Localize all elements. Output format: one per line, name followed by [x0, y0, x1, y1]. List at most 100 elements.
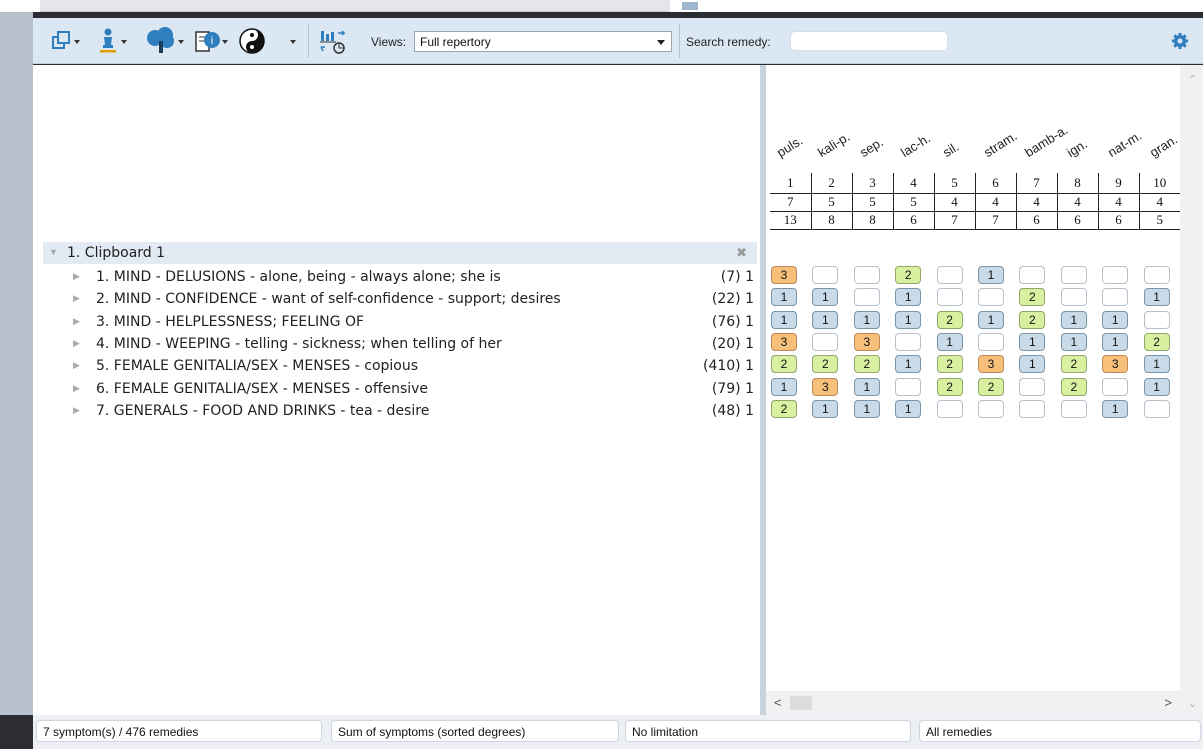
horizontal-scrollbar[interactable]: < > — [766, 691, 1180, 715]
book-info-dropdown-icon[interactable] — [222, 40, 228, 44]
grade-cell[interactable]: 1 — [853, 399, 880, 418]
grade-cell[interactable]: 2 — [853, 355, 880, 374]
grade-cell[interactable]: 1 — [771, 377, 797, 396]
grade-cell[interactable] — [1143, 310, 1170, 329]
remedy-name[interactable]: gran. — [1147, 132, 1180, 160]
expand-triangle-icon[interactable]: ▶ — [73, 272, 80, 282]
grade-cell[interactable]: 1 — [1019, 332, 1046, 351]
grade-cell[interactable]: 2 — [812, 355, 839, 374]
grade-cell[interactable] — [1060, 266, 1087, 284]
grade-cell[interactable] — [1102, 288, 1129, 307]
collapse-triangle-icon[interactable]: ▼ — [49, 247, 58, 257]
grade-cell[interactable]: 2 — [936, 377, 963, 396]
gear-icon[interactable] — [1171, 32, 1189, 50]
remedy-name[interactable]: sil. — [940, 139, 961, 160]
window-layout-icon[interactable] — [51, 27, 73, 55]
grade-cell[interactable]: 2 — [936, 310, 963, 329]
grade-cell[interactable]: 1 — [1143, 377, 1170, 396]
grade-cell[interactable]: 2 — [1019, 310, 1046, 329]
symptom-row[interactable]: ▶ 7. GENERALS - FOOD AND DRINKS - tea - d… — [43, 401, 760, 423]
expand-triangle-icon[interactable]: ▶ — [73, 294, 80, 304]
remedy-figure-icon[interactable] — [97, 27, 119, 55]
tree-dropdown-icon[interactable] — [178, 40, 184, 44]
remedy-name[interactable]: nat-m. — [1105, 128, 1144, 160]
grade-cell[interactable]: 1 — [895, 288, 922, 307]
grade-cell[interactable]: 3 — [771, 332, 797, 351]
chevron-left-icon[interactable]: < — [774, 695, 782, 710]
grade-cell[interactable]: 2 — [895, 266, 922, 284]
grade-cell[interactable]: 1 — [1143, 288, 1170, 307]
grade-cell[interactable]: 3 — [978, 355, 1004, 374]
grade-cell[interactable] — [1102, 266, 1129, 284]
grade-cell[interactable] — [1060, 399, 1087, 418]
grade-cell[interactable] — [1019, 399, 1046, 418]
grade-cell[interactable]: 2 — [1019, 288, 1046, 307]
status-limitation[interactable]: No limitation — [625, 720, 911, 742]
grade-cell[interactable] — [936, 399, 963, 418]
remedy-name[interactable]: sep. — [857, 134, 886, 160]
grade-cell[interactable]: 1 — [895, 355, 922, 374]
grade-cell[interactable]: 1 — [895, 399, 922, 418]
grade-cell[interactable]: 1 — [812, 310, 839, 329]
grade-cell[interactable]: 1 — [771, 288, 797, 307]
analysis-chart-icon[interactable] — [319, 27, 349, 55]
status-sort-method[interactable]: Sum of symptoms (sorted degrees) — [331, 720, 619, 742]
symptom-row[interactable]: ▶ 2. MIND - CONFIDENCE - want of self-con… — [43, 289, 760, 311]
yin-yang-dropdown-icon[interactable] — [290, 40, 296, 44]
grade-cell[interactable]: 1 — [1019, 355, 1046, 374]
symptom-row[interactable]: ▶ 1. MIND - DELUSIONS - alone, being - al… — [43, 267, 760, 289]
grade-cell[interactable]: 1 — [853, 377, 880, 396]
remedy-name[interactable]: bamb-a. — [1022, 122, 1070, 160]
grade-cell[interactable]: 2 — [1143, 332, 1170, 351]
clipboard-header[interactable]: ▼ 1. Clipboard 1 ✖ — [43, 242, 757, 264]
grade-cell[interactable] — [978, 332, 1004, 351]
grade-cell[interactable]: 1 — [978, 310, 1004, 329]
expand-triangle-icon[interactable]: ▶ — [73, 339, 80, 349]
grade-cell[interactable]: 1 — [1060, 310, 1087, 329]
remedy-name[interactable]: kali-p. — [815, 129, 852, 160]
grade-cell[interactable]: 1 — [1102, 399, 1129, 418]
grade-cell[interactable] — [895, 332, 922, 351]
grade-cell[interactable]: 2 — [936, 355, 963, 374]
expand-triangle-icon[interactable]: ▶ — [73, 384, 80, 394]
grade-cell[interactable] — [978, 399, 1004, 418]
remedy-name[interactable]: lac-h. — [898, 130, 933, 160]
grade-cell[interactable]: 3 — [812, 377, 839, 396]
grade-cell[interactable] — [1102, 377, 1129, 396]
grade-cell[interactable] — [1060, 288, 1087, 307]
chevron-up-icon[interactable]: ⌃ — [1188, 73, 1197, 86]
chevron-down-icon[interactable]: ⌄ — [1188, 697, 1197, 710]
grade-cell[interactable]: 1 — [771, 310, 797, 329]
grade-cell[interactable]: 1 — [1060, 332, 1087, 351]
search-remedy-input[interactable] — [790, 31, 948, 51]
window-layout-dropdown-icon[interactable] — [74, 40, 80, 44]
grade-cell[interactable] — [936, 288, 963, 307]
remedy-name[interactable]: ign. — [1064, 136, 1090, 160]
grade-cell[interactable]: 1 — [895, 310, 922, 329]
expand-triangle-icon[interactable]: ▶ — [73, 406, 80, 416]
grade-cell[interactable]: 1 — [1102, 310, 1129, 329]
grade-cell[interactable]: 1 — [812, 399, 839, 418]
grade-cell[interactable]: 1 — [978, 266, 1004, 284]
vertical-scrollbar[interactable]: ⌃ ⌄ — [1180, 65, 1203, 715]
grade-cell[interactable]: 3 — [1102, 355, 1129, 374]
symptom-row[interactable]: ▶ 6. FEMALE GENITALIA/SEX - MENSES - offe… — [43, 379, 760, 401]
grade-cell[interactable] — [978, 288, 1004, 307]
grade-cell[interactable] — [812, 266, 839, 284]
grade-cell[interactable]: 1 — [1102, 332, 1129, 351]
scroll-thumb[interactable] — [790, 696, 812, 710]
expand-triangle-icon[interactable]: ▶ — [73, 361, 80, 371]
grade-cell[interactable] — [853, 266, 880, 284]
document-tab[interactable] — [40, 0, 670, 12]
grade-cell[interactable] — [1143, 399, 1170, 418]
grade-cell[interactable] — [936, 266, 963, 284]
symptom-row[interactable]: ▶ 4. MIND - WEEPING - telling - sickness;… — [43, 334, 760, 356]
close-icon[interactable]: ✖ — [736, 245, 747, 261]
grade-cell[interactable]: 2 — [1060, 377, 1087, 396]
grade-cell[interactable]: 1 — [936, 332, 963, 351]
grade-cell[interactable]: 1 — [853, 310, 880, 329]
grade-cell[interactable]: 2 — [1060, 355, 1087, 374]
grade-cell[interactable] — [812, 332, 839, 351]
expand-triangle-icon[interactable]: ▶ — [73, 317, 80, 327]
remedy-name[interactable]: puls. — [774, 133, 805, 160]
